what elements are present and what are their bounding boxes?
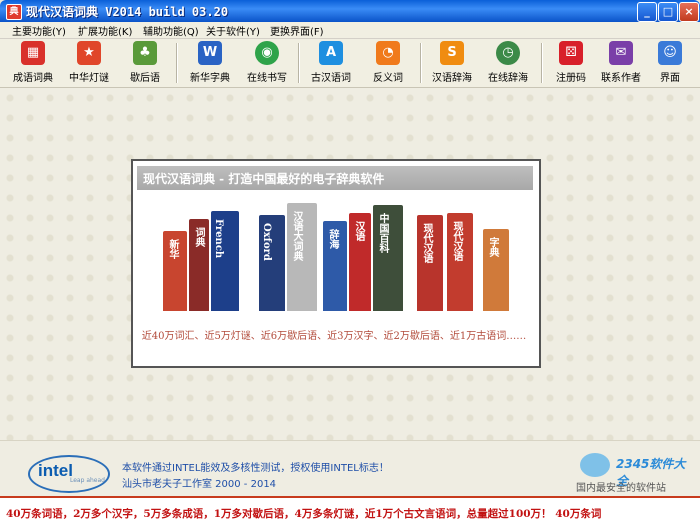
copyright-text: 汕头市老夫子工作室 2000 - 2014 [122, 479, 277, 490]
star-icon: ★ [77, 41, 101, 65]
close-button[interactable]: × [679, 2, 699, 22]
toolbar-label: 汉语辞海 [432, 73, 472, 84]
toolbar-xiehouyu-button[interactable]: ♣ 歇后语 [115, 41, 175, 85]
toolbar-classical-chinese-button[interactable]: A 古汉语词 [301, 41, 361, 85]
toolbar: ▦ 成语词典 ★ 中华灯谜 ♣ 歇后语 W 新华字典 ◉ 在线书写 A 古汉语词… [0, 39, 700, 88]
book: 现代汉语 [447, 213, 473, 311]
clock-icon: ◷ [496, 41, 520, 65]
title-bar: 典 现代汉语词典 V2014 build 03.20 _ □ × [0, 0, 700, 22]
toolbar-label: 成语词典 [13, 73, 53, 84]
toolbar-label: 在线书写 [247, 73, 287, 84]
dictionary-app-icon: 典 [6, 4, 22, 20]
intel-logo: intel Leap ahead [28, 455, 110, 493]
main-area: 现代汉语词典 - 打造中国最好的电子辞典软件 新华 词典 French Oxfo… [0, 88, 700, 440]
toolbar-xinhua-dictionary-button[interactable]: W 新华字典 [180, 41, 240, 85]
minimize-button[interactable]: _ [637, 2, 657, 22]
toolbar-idiom-dictionary-button[interactable]: ▦ 成语词典 [3, 41, 63, 85]
menu-bar: 主要功能(Y) 扩展功能(K) 辅助功能(Q) 关于软件(Y) 更换界面(F) [0, 22, 700, 39]
rss-icon: ◔ [376, 41, 400, 65]
menu-aux-functions[interactable]: 辅助功能(Q) [143, 23, 199, 38]
book: Oxford [259, 215, 285, 311]
toolbar-label: 新华字典 [190, 73, 230, 84]
tree-icon: ♣ [133, 41, 157, 65]
toolbar-label: 中华灯谜 [69, 73, 109, 84]
toolbar-separator [176, 43, 178, 83]
maximize-button[interactable]: □ [658, 2, 678, 22]
book: 字典 [483, 229, 509, 311]
toolbar-label: 歇后语 [130, 73, 160, 84]
book: 中国百科 [373, 205, 403, 311]
toolbar-separator [298, 43, 300, 83]
book: 词典 [189, 219, 209, 311]
watermark-brand: 2345软件大全 国内最安全的软件站 [572, 451, 697, 495]
toolbar-online-cihai-button[interactable]: ◷ 在线辞海 [478, 41, 538, 85]
w-book-icon: W [198, 41, 222, 65]
banner-panel: 现代汉语词典 - 打造中国最好的电子辞典软件 新华 词典 French Oxfo… [131, 159, 541, 368]
book: 汉语大词典 [287, 203, 317, 311]
toolbar-riddles-button[interactable]: ★ 中华灯谜 [59, 41, 119, 85]
brand-slogan: 国内最安全的软件站 [576, 483, 666, 494]
menu-main-functions[interactable]: 主要功能(Y) [12, 23, 66, 38]
book: 汉语 [349, 213, 371, 311]
grid-icon: ▦ [21, 41, 45, 65]
scrolling-marquee: 40万条词语，2万多个汉字，5万多条成语，1万多对歇后语，4万多条灯谜，近1万个… [0, 496, 700, 529]
toolbar-antonyms-button[interactable]: ◔ 反义词 [358, 41, 418, 85]
app-store-icon: A [319, 41, 343, 65]
mail-icon: ✉ [609, 41, 633, 65]
banner-tagline: 近40万词汇、近5万灯谜、近6万歇后语、近3万汉字、近2万歇后语、近1万古语词…… [141, 331, 527, 342]
intel-certification-text: 本软件通过INTEL能效及多核性测试，授权使用INTEL标志！ [122, 463, 389, 474]
info-footer: intel Leap ahead 本软件通过INTEL能效及多核性测试，授权使用… [0, 440, 700, 497]
toolbar-online-writing-button[interactable]: ◉ 在线书写 [237, 41, 297, 85]
books-illustration: 新华 词典 French Oxford 汉语大词典 辞海 汉语 中国百科 现代汉… [163, 201, 513, 311]
book: French [211, 211, 239, 311]
s-icon: S [440, 41, 464, 65]
banner-header-text: 现代汉语词典 - 打造中国最好的电子辞典软件 [143, 172, 385, 186]
toolbar-label: 界面 [660, 73, 680, 84]
window-title: 现代汉语词典 V2014 build 03.20 [26, 5, 229, 19]
toolbar-chinese-cihai-button[interactable]: S 汉语辞海 [422, 41, 482, 85]
book: 新华 [163, 231, 187, 311]
menu-extended-functions[interactable]: 扩展功能(K) [78, 23, 132, 38]
globe-icon: ◉ [255, 41, 279, 65]
menu-change-skin[interactable]: 更换界面(F) [270, 23, 324, 38]
book: 辞海 [323, 221, 347, 311]
marquee-text: 40万条词语，2万多个汉字，5万多条成语，1万多对歇后语，4万多条灯谜，近1万个… [6, 508, 602, 520]
mascot-icon [580, 453, 610, 477]
toolbar-label: 反义词 [373, 73, 403, 84]
book: 现代汉语 [417, 215, 443, 311]
banner-header: 现代汉语词典 - 打造中国最好的电子辞典软件 [137, 166, 533, 190]
toolbar-interface-button[interactable]: ☺ 界面 [640, 41, 700, 85]
finder-icon: ☺ [658, 41, 682, 65]
menu-about[interactable]: 关于软件(Y) [206, 23, 260, 38]
dice-icon: ⚄ [559, 41, 583, 65]
toolbar-label: 在线辞海 [488, 73, 528, 84]
toolbar-label: 古汉语词 [311, 73, 351, 84]
